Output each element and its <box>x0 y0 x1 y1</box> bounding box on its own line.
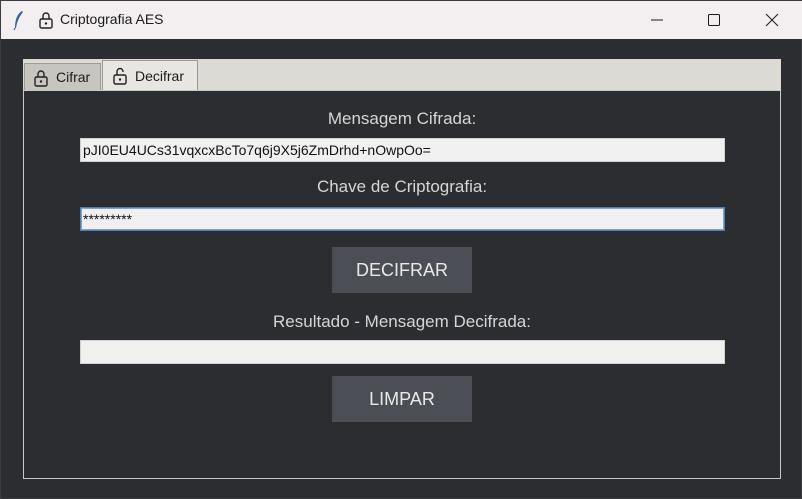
tab-bar: Cifrar Decifrar <box>23 59 781 90</box>
app-window: Criptografia AES Cifrar Decifrar Mensage… <box>0 0 802 499</box>
minimize-button[interactable] <box>628 1 686 39</box>
decifrar-panel: Mensagem Cifrada: Chave de Criptografia:… <box>23 90 781 479</box>
cipher-input[interactable] <box>80 138 725 162</box>
key-label: Chave de Criptografia: <box>316 177 488 196</box>
tab-cifrar-label: Cifrar <box>56 69 91 85</box>
window-title: Criptografia AES <box>60 11 164 27</box>
maximize-button[interactable] <box>685 1 743 39</box>
tab-decifrar[interactable]: Decifrar <box>102 60 198 90</box>
result-label: Resultado - Mensagem Decifrada: <box>273 312 531 331</box>
lock-icon <box>34 70 48 87</box>
result-output[interactable] <box>80 340 725 364</box>
tab-decifrar-label: Decifrar <box>135 68 185 84</box>
clear-button[interactable]: LIMPAR <box>332 376 472 422</box>
unlock-icon <box>113 67 127 85</box>
tk-feather-icon <box>13 11 23 30</box>
close-icon <box>765 13 779 27</box>
close-button[interactable] <box>743 1 801 39</box>
minimize-icon <box>651 19 663 21</box>
title-bar: Criptografia AES <box>1 1 802 39</box>
tab-cifrar[interactable]: Cifrar <box>24 63 101 90</box>
decrypt-button[interactable]: DECIFRAR <box>332 247 472 293</box>
maximize-icon <box>708 14 720 26</box>
key-input[interactable] <box>80 207 725 231</box>
lock-icon <box>39 12 53 29</box>
cipher-label: Mensagem Cifrada: <box>327 109 477 128</box>
